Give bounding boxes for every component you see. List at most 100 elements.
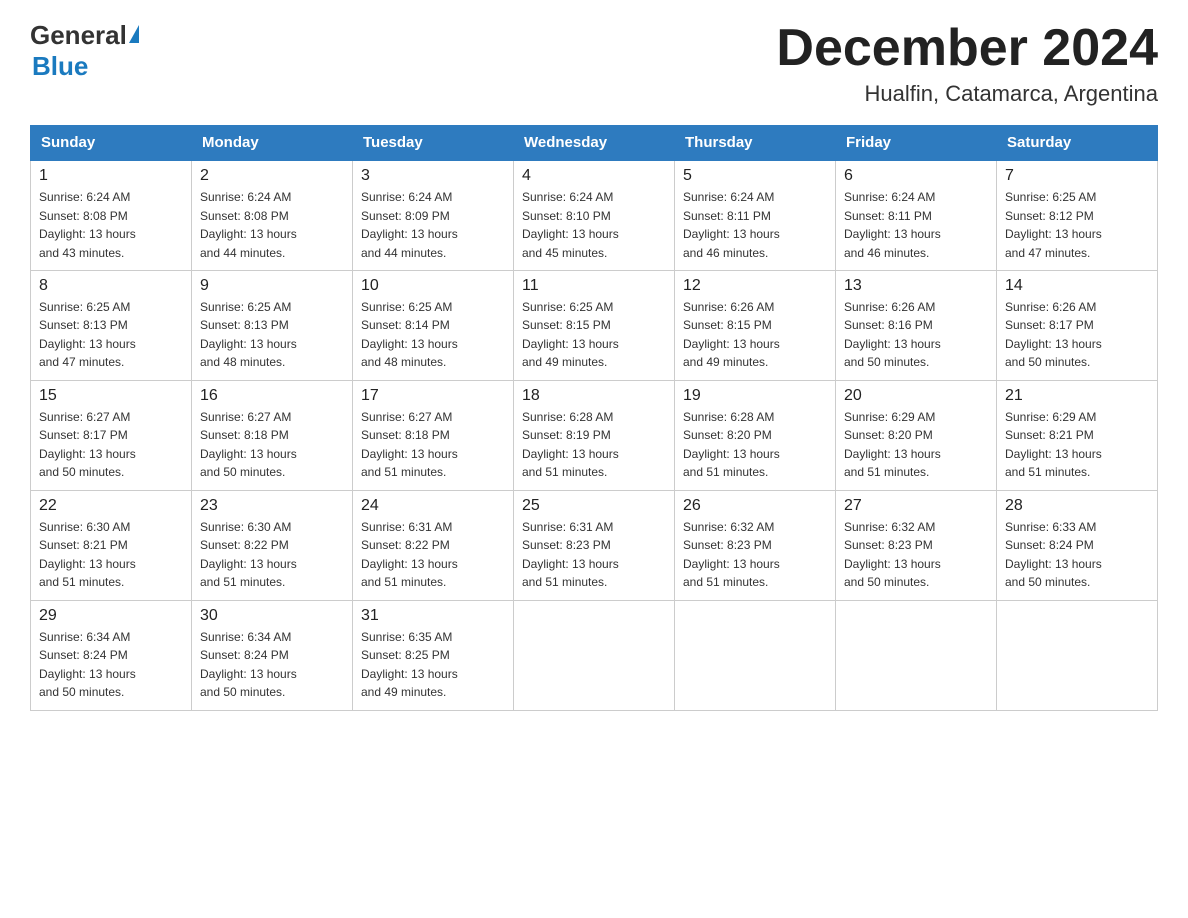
day-info: Sunrise: 6:25 AMSunset: 8:13 PMDaylight:… [200, 298, 344, 372]
day-number: 24 [361, 497, 505, 515]
calendar-cell: 21 Sunrise: 6:29 AMSunset: 8:21 PMDayligh… [997, 380, 1158, 490]
day-info: Sunrise: 6:27 AMSunset: 8:18 PMDaylight:… [361, 408, 505, 482]
logo-triangle-icon [129, 25, 139, 43]
page-header: General Blue December 2024 Hualfin, Cata… [30, 20, 1158, 107]
day-number: 7 [1005, 167, 1149, 185]
day-number: 1 [39, 167, 183, 185]
day-number: 30 [200, 607, 344, 625]
day-number: 6 [844, 167, 988, 185]
calendar-week-row: 15 Sunrise: 6:27 AMSunset: 8:17 PMDayligh… [31, 380, 1158, 490]
day-number: 25 [522, 497, 666, 515]
day-number: 9 [200, 277, 344, 295]
day-number: 5 [683, 167, 827, 185]
calendar-cell: 23Sunrise: 6:30 AMSunset: 8:22 PMDayligh… [192, 490, 353, 600]
day-number: 26 [683, 497, 827, 515]
col-header-wednesday: Wednesday [514, 126, 675, 161]
calendar-cell: 19 Sunrise: 6:28 AMSunset: 8:20 PMDayligh… [675, 380, 836, 490]
logo-general: General [30, 20, 127, 51]
day-number: 4 [522, 167, 666, 185]
day-info: Sunrise: 6:25 AMSunset: 8:12 PMDaylight:… [1005, 188, 1149, 262]
title-block: December 2024 Hualfin, Catamarca, Argent… [776, 20, 1158, 107]
day-info: Sunrise: 6:28 AMSunset: 8:20 PMDaylight:… [683, 408, 827, 482]
calendar-cell [997, 600, 1158, 710]
day-number: 3 [361, 167, 505, 185]
day-number: 15 [39, 387, 183, 405]
day-number: 17 [361, 387, 505, 405]
col-header-monday: Monday [192, 126, 353, 161]
day-info: Sunrise: 6:29 AMSunset: 8:20 PMDaylight:… [844, 408, 988, 482]
calendar-cell: 1Sunrise: 6:24 AMSunset: 8:08 PMDaylight… [31, 160, 192, 270]
day-info: Sunrise: 6:30 AMSunset: 8:22 PMDaylight:… [200, 518, 344, 592]
day-number: 2 [200, 167, 344, 185]
calendar-cell: 22 Sunrise: 6:30 AMSunset: 8:21 PMDayligh… [31, 490, 192, 600]
day-info: Sunrise: 6:26 AMSunset: 8:15 PMDaylight:… [683, 298, 827, 372]
day-number: 20 [844, 387, 988, 405]
day-info: Sunrise: 6:26 AMSunset: 8:16 PMDaylight:… [844, 298, 988, 372]
day-info: Sunrise: 6:25 AMSunset: 8:13 PMDaylight:… [39, 298, 183, 372]
day-info: Sunrise: 6:31 AMSunset: 8:23 PMDaylight:… [522, 518, 666, 592]
calendar-cell: 29 Sunrise: 6:34 AMSunset: 8:24 PMDayligh… [31, 600, 192, 710]
col-header-saturday: Saturday [997, 126, 1158, 161]
calendar-cell: 11Sunrise: 6:25 AMSunset: 8:15 PMDayligh… [514, 270, 675, 380]
day-number: 21 [1005, 387, 1149, 405]
calendar-cell: 5Sunrise: 6:24 AMSunset: 8:11 PMDaylight… [675, 160, 836, 270]
day-number: 27 [844, 497, 988, 515]
calendar-cell: 31Sunrise: 6:35 AMSunset: 8:25 PMDayligh… [353, 600, 514, 710]
day-number: 22 [39, 497, 183, 515]
day-info: Sunrise: 6:32 AMSunset: 8:23 PMDaylight:… [683, 518, 827, 592]
calendar-cell [675, 600, 836, 710]
calendar-cell: 28Sunrise: 6:33 AMSunset: 8:24 PMDayligh… [997, 490, 1158, 600]
calendar-cell: 30Sunrise: 6:34 AMSunset: 8:24 PMDayligh… [192, 600, 353, 710]
calendar-cell: 4Sunrise: 6:24 AMSunset: 8:10 PMDaylight… [514, 160, 675, 270]
day-info: Sunrise: 6:32 AMSunset: 8:23 PMDaylight:… [844, 518, 988, 592]
day-number: 16 [200, 387, 344, 405]
calendar-cell: 17 Sunrise: 6:27 AMSunset: 8:18 PMDayligh… [353, 380, 514, 490]
location-title: Hualfin, Catamarca, Argentina [776, 81, 1158, 107]
day-info: Sunrise: 6:27 AMSunset: 8:17 PMDaylight:… [39, 408, 183, 482]
day-number: 18 [522, 387, 666, 405]
calendar-cell: 9 Sunrise: 6:25 AMSunset: 8:13 PMDaylight… [192, 270, 353, 380]
day-info: Sunrise: 6:29 AMSunset: 8:21 PMDaylight:… [1005, 408, 1149, 482]
day-info: Sunrise: 6:24 AMSunset: 8:09 PMDaylight:… [361, 188, 505, 262]
calendar-table: SundayMondayTuesdayWednesdayThursdayFrid… [30, 125, 1158, 711]
day-number: 10 [361, 277, 505, 295]
day-info: Sunrise: 6:30 AMSunset: 8:21 PMDaylight:… [39, 518, 183, 592]
calendar-week-row: 22 Sunrise: 6:30 AMSunset: 8:21 PMDayligh… [31, 490, 1158, 600]
col-header-thursday: Thursday [675, 126, 836, 161]
day-number: 12 [683, 277, 827, 295]
calendar-cell: 16Sunrise: 6:27 AMSunset: 8:18 PMDayligh… [192, 380, 353, 490]
day-info: Sunrise: 6:35 AMSunset: 8:25 PMDaylight:… [361, 628, 505, 702]
calendar-cell [514, 600, 675, 710]
day-info: Sunrise: 6:33 AMSunset: 8:24 PMDaylight:… [1005, 518, 1149, 592]
calendar-cell: 27 Sunrise: 6:32 AMSunset: 8:23 PMDayligh… [836, 490, 997, 600]
day-info: Sunrise: 6:34 AMSunset: 8:24 PMDaylight:… [39, 628, 183, 702]
calendar-cell [836, 600, 997, 710]
calendar-cell: 20 Sunrise: 6:29 AMSunset: 8:20 PMDayligh… [836, 380, 997, 490]
day-number: 13 [844, 277, 988, 295]
day-number: 29 [39, 607, 183, 625]
col-header-sunday: Sunday [31, 126, 192, 161]
month-title: December 2024 [776, 20, 1158, 77]
calendar-cell: 24Sunrise: 6:31 AMSunset: 8:22 PMDayligh… [353, 490, 514, 600]
calendar-week-row: 29 Sunrise: 6:34 AMSunset: 8:24 PMDayligh… [31, 600, 1158, 710]
logo-text: General [30, 20, 139, 51]
calendar-cell: 2Sunrise: 6:24 AMSunset: 8:08 PMDaylight… [192, 160, 353, 270]
calendar-cell: 15 Sunrise: 6:27 AMSunset: 8:17 PMDayligh… [31, 380, 192, 490]
col-header-tuesday: Tuesday [353, 126, 514, 161]
col-header-friday: Friday [836, 126, 997, 161]
calendar-cell: 7 Sunrise: 6:25 AMSunset: 8:12 PMDaylight… [997, 160, 1158, 270]
day-info: Sunrise: 6:28 AMSunset: 8:19 PMDaylight:… [522, 408, 666, 482]
calendar-header-row: SundayMondayTuesdayWednesdayThursdayFrid… [31, 126, 1158, 161]
calendar-cell: 25 Sunrise: 6:31 AMSunset: 8:23 PMDayligh… [514, 490, 675, 600]
calendar-week-row: 1Sunrise: 6:24 AMSunset: 8:08 PMDaylight… [31, 160, 1158, 270]
logo: General Blue [30, 20, 139, 82]
day-info: Sunrise: 6:26 AMSunset: 8:17 PMDaylight:… [1005, 298, 1149, 372]
day-number: 19 [683, 387, 827, 405]
calendar-cell: 14Sunrise: 6:26 AMSunset: 8:17 PMDayligh… [997, 270, 1158, 380]
calendar-cell: 12 Sunrise: 6:26 AMSunset: 8:15 PMDayligh… [675, 270, 836, 380]
day-info: Sunrise: 6:24 AMSunset: 8:11 PMDaylight:… [844, 188, 988, 262]
calendar-cell: 3 Sunrise: 6:24 AMSunset: 8:09 PMDaylight… [353, 160, 514, 270]
calendar-cell: 18 Sunrise: 6:28 AMSunset: 8:19 PMDayligh… [514, 380, 675, 490]
calendar-cell: 6 Sunrise: 6:24 AMSunset: 8:11 PMDaylight… [836, 160, 997, 270]
day-number: 8 [39, 277, 183, 295]
